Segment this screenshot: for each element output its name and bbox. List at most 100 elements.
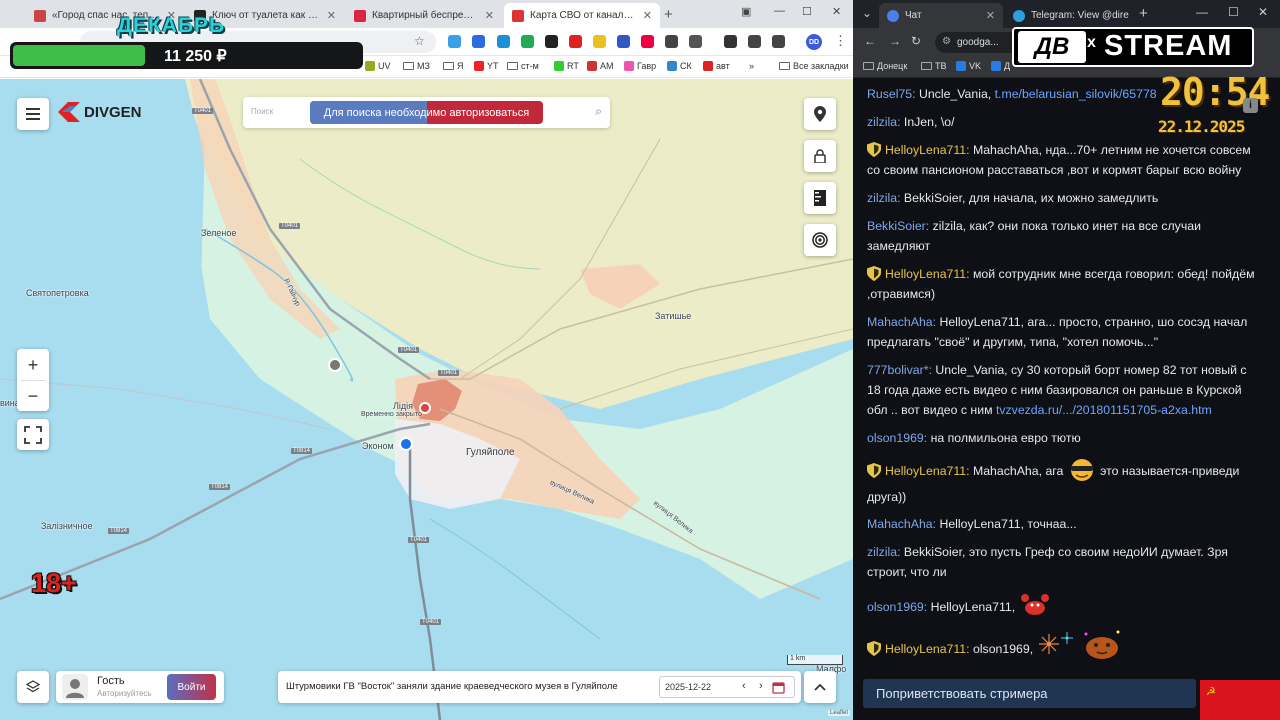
extension-icon[interactable] (569, 35, 582, 48)
museum-pin-icon[interactable] (419, 402, 431, 414)
close-icon[interactable]: ✕ (327, 9, 336, 22)
chat-nick[interactable]: HelloyLena711: (885, 642, 970, 656)
menu-dots-icon[interactable]: ⋮ (834, 33, 847, 49)
close-window-button[interactable]: ✕ (832, 5, 841, 18)
collapse-up-button[interactable] (804, 671, 836, 703)
chat-nick[interactable]: HelloyLena711: (885, 464, 970, 478)
chat-nick[interactable]: zilzila: (867, 115, 900, 129)
minimize-button[interactable]: — (774, 5, 785, 17)
fullscreen-button[interactable] (17, 419, 49, 450)
search-icon[interactable]: ⌕ (595, 104, 602, 119)
shopping-cart-icon[interactable] (399, 437, 413, 451)
chevron-right-icon[interactable]: › (759, 680, 763, 692)
new-tab-button[interactable]: + (664, 6, 673, 23)
bookmark-all[interactable]: Все закладки (779, 61, 849, 71)
stream-date: 22.12.2025 (1158, 117, 1245, 136)
link-icon[interactable] (748, 35, 761, 48)
chat-link[interactable]: tvzvezda.ru/.../201801151705-a2xa.htm (996, 403, 1212, 417)
zoom-out-button[interactable]: − (28, 381, 39, 411)
chat-nick[interactable]: zilzila: (867, 545, 900, 559)
chat-nick[interactable]: olson1969: (867, 600, 927, 614)
date-picker[interactable]: 2025-12-22 ‹ › (659, 676, 795, 698)
tab-chat[interactable]: Чат ✕ (879, 3, 1003, 28)
hamburger-menu-button[interactable] (17, 98, 49, 130)
zoom-in-button[interactable]: + (28, 350, 39, 380)
chat-nick[interactable]: zilzila: (867, 191, 900, 205)
layers-button[interactable] (17, 671, 49, 703)
bookmark-mz[interactable]: МЗ (403, 61, 430, 71)
extension-icon[interactable] (497, 35, 510, 48)
chat-nick[interactable]: HelloyLena711: (885, 267, 970, 281)
download-icon[interactable] (772, 35, 785, 48)
extension-icon[interactable] (641, 35, 654, 48)
bookmark-uv[interactable]: UV (365, 61, 391, 71)
chat-nick[interactable]: BekkiSoier: (867, 219, 929, 233)
back-arrow-icon[interactable]: ← (864, 34, 876, 48)
chat-nick[interactable]: Rusel75: (867, 87, 916, 101)
extension-icon[interactable] (521, 35, 534, 48)
chat-link[interactable]: t.me/belarusian_silovik/65778 (995, 87, 1157, 101)
leaflet-attribution[interactable]: Leaflet (828, 710, 851, 716)
bookmark-d[interactable]: Д (991, 61, 1010, 71)
calendar-icon[interactable] (772, 681, 785, 694)
bookmark-gavr[interactable]: Гавр (624, 61, 656, 71)
chat-nick[interactable]: MahachAha: (867, 517, 936, 531)
ruler-button[interactable] (804, 182, 836, 214)
chat-nick[interactable]: 777bolivar*: (867, 363, 932, 377)
close-icon[interactable]: ✕ (643, 9, 652, 22)
puzzle-icon[interactable] (689, 35, 702, 48)
folder-icon (443, 62, 454, 70)
minimize-button[interactable]: — (1196, 5, 1208, 19)
news-headline[interactable]: Штурмовики ГВ "Восток" заняли здание кра… (286, 681, 618, 692)
bookmark-ya[interactable]: Я (443, 61, 464, 71)
radar-button[interactable] (804, 224, 836, 256)
bookmark-am[interactable]: AM (587, 61, 614, 71)
maximize-button[interactable]: ☐ (802, 5, 812, 18)
bookmarks-overflow[interactable]: » (749, 61, 754, 71)
new-tab-button[interactable]: + (1139, 5, 1148, 22)
news-ticker[interactable]: Штурмовики ГВ "Восток" заняли здание кра… (278, 671, 801, 703)
maximize-button[interactable]: ☐ (1228, 5, 1239, 19)
chevron-left-icon[interactable]: ‹ (742, 680, 746, 692)
tab-telegram[interactable]: Telegram: View @dire (1005, 3, 1137, 28)
forward-arrow-icon[interactable]: → (889, 34, 901, 48)
extension-icon[interactable] (593, 35, 606, 48)
extension-icon[interactable] (545, 35, 558, 48)
bookmark-tv[interactable]: ТВ (921, 61, 947, 71)
tab-divgen-map[interactable]: Карта СВО от канала DIVGEN ✕ (504, 3, 660, 28)
extension-icon[interactable] (617, 35, 630, 48)
bookmark-rt[interactable]: RT (554, 61, 579, 71)
chat-nick[interactable]: MahachAha: (867, 315, 936, 329)
bookmark-st-m[interactable]: ст-м (507, 61, 539, 71)
bookmark-donetsk[interactable]: Донецк (863, 61, 907, 71)
bookmark-avt[interactable]: авт (703, 61, 730, 71)
close-icon[interactable]: ✕ (485, 9, 494, 22)
tab-kvartirny[interactable]: Квартирный беспредел - под ✕ (346, 3, 502, 28)
close-window-button[interactable]: ✕ (1258, 5, 1268, 19)
map-search[interactable]: Поиск Для поиска необходимо авторизовать… (243, 97, 610, 128)
tab-search-icon[interactable]: ⌄ (862, 6, 872, 20)
auth-required-button[interactable]: Для поиска необходимо авторизоваться (310, 101, 543, 124)
reload-icon[interactable]: ↻ (911, 34, 921, 48)
chat-nick[interactable]: HelloyLena711: (885, 143, 970, 157)
login-button[interactable]: Войти (167, 674, 216, 700)
chat-nick[interactable]: olson1969: (867, 431, 927, 445)
close-icon[interactable]: ✕ (986, 9, 995, 22)
bookmark-vk[interactable]: VK (956, 61, 981, 71)
bookmark-star-icon[interactable]: ☆ (414, 34, 425, 48)
info-icon[interactable]: i (1243, 98, 1258, 113)
bookmark-yt[interactable]: YT (474, 61, 499, 71)
extension-icon[interactable] (472, 35, 485, 48)
extension-icon[interactable] (448, 35, 461, 48)
greet-streamer-button[interactable]: Поприветствовать стримера (863, 679, 1196, 708)
map-poi-icon[interactable] (328, 358, 342, 372)
tab-search-icon[interactable]: ▣ (741, 5, 751, 18)
key-icon[interactable] (724, 35, 737, 48)
profile-avatar[interactable]: DD (806, 34, 822, 50)
bookmark-sk[interactable]: СК (667, 61, 692, 71)
site-info-icon[interactable]: ⚙ (942, 36, 951, 47)
extension-icon[interactable] (665, 35, 678, 48)
lock-button[interactable] (804, 140, 836, 172)
location-pin-button[interactable] (804, 98, 836, 130)
map-canvas[interactable]: Зеленое Святопетровка Затишье Лідія Врем… (0, 79, 853, 720)
